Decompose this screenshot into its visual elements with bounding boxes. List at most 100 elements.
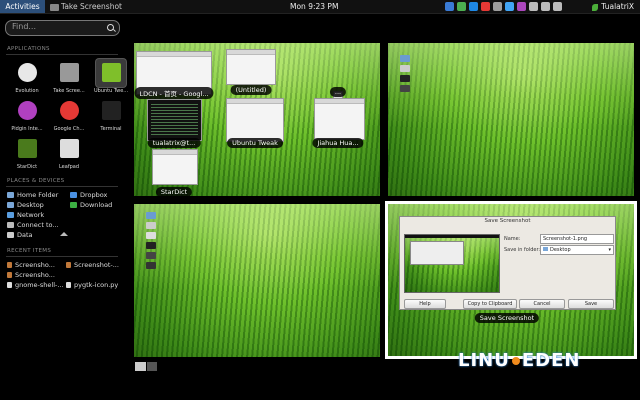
view-toggle[interactable] [135,362,157,371]
workspace-4[interactable]: Save Screenshot Name: Screenshot-1.png S… [388,204,634,356]
tray-icon[interactable] [517,2,526,11]
app-launcher[interactable]: Pidgin Inte... [10,97,44,132]
folder-icon [70,192,77,198]
folder-icon [7,202,14,208]
place-item[interactable]: Desktop [7,201,44,209]
file-icon [7,282,12,288]
folder-select[interactable]: Desktop ▾ [540,245,614,255]
app-label: Take Scree... [53,88,85,94]
recent-label: Screensho... [15,271,55,279]
place-item[interactable]: Connect to... [7,221,59,229]
window-thumbnail-stardict[interactable] [152,149,198,185]
user-menu[interactable]: TualatriX [592,0,634,13]
recent-heading: RECENT ITEMS [7,248,52,254]
chevron-down-icon: ▾ [608,247,611,253]
filename-field[interactable]: Screenshot-1.png [540,234,614,244]
workspace-2[interactable] [388,43,634,196]
place-label: Dropbox [80,191,108,199]
save-screenshot-dialog[interactable]: Save Screenshot Name: Screenshot-1.png S… [399,216,616,310]
app-label: Ubuntu Twe... [94,88,128,94]
place-label: Connect to... [17,221,59,229]
file-icon [7,272,12,278]
window-thumbnail-editor[interactable] [226,49,276,85]
pidgin-icon [18,101,37,120]
app-menu[interactable]: Take Screenshot [50,0,122,13]
app-launcher[interactable]: StarDict [10,135,44,170]
app-label: StarDict [16,164,38,170]
window-caption: Save Screenshot [474,313,540,323]
window-thumbnail-terminal[interactable] [147,99,202,141]
tray-icon[interactable] [529,2,538,11]
app-launcher[interactable]: Ubuntu Twe... [94,59,128,94]
recent-item[interactable]: Screensho... [7,271,55,279]
book-icon [18,139,37,158]
window-thumbnail-ubuntu-tweak[interactable] [226,98,284,142]
grid-view-icon[interactable] [135,362,146,371]
search-placeholder: Find... [12,22,37,31]
recent-item[interactable]: Screensho... [7,261,55,269]
search-input[interactable]: Find... [5,20,120,36]
recent-item[interactable]: gnome-shell-... [7,281,64,289]
user-name: TualatriX [601,2,634,11]
leaf-icon [592,3,599,11]
tray-icon[interactable] [505,2,514,11]
applications-heading: APPLICATIONS [7,46,50,52]
help-button[interactable]: Help [404,299,446,309]
tray-icon[interactable] [541,2,550,11]
camera-icon [60,63,79,82]
recent-label: Screenshot-... [74,261,119,269]
top-panel: Activities Take Screenshot Mon 9:23 PM T… [0,0,640,14]
place-item[interactable]: Download [70,201,112,209]
clock[interactable]: Mon 9:23 PM [290,0,338,13]
folder-icon [7,212,14,218]
folder-icon [543,247,548,251]
app-label: Evolution [15,88,39,94]
divider [6,186,118,187]
recent-item[interactable]: Screenshot-... [66,261,119,269]
place-item[interactable]: Home Folder [7,191,58,199]
place-item[interactable]: Network [7,211,44,219]
folder-icon [7,232,14,238]
tray-icon[interactable] [457,2,466,11]
place-label: Data [17,231,33,239]
window-thumbnail-chat[interactable] [314,98,365,140]
app-launcher[interactable]: Google Ch... [52,97,86,132]
place-item[interactable]: Data [7,231,33,239]
tray-icon[interactable] [553,2,562,11]
workspace-3[interactable] [134,204,380,357]
window-caption: tualatrix@t... [147,138,201,148]
app-menu-label: Take Screenshot [61,2,122,11]
activities-button[interactable]: Activities [0,0,45,13]
tray-icon[interactable] [469,2,478,11]
app-label: Google Ch... [53,126,85,132]
recent-item[interactable]: pygtk-icon.py [66,281,118,289]
chrome-icon [60,101,79,120]
app-launcher[interactable]: Terminal [94,97,128,132]
folder-label: Save in folder: [504,247,541,253]
screenshot-preview [404,234,500,293]
list-view-icon[interactable] [146,362,157,371]
tray-icon[interactable] [493,2,502,11]
recent-label: Screensho... [15,261,55,269]
tray-icon[interactable] [481,2,490,11]
app-launcher[interactable]: Leafpad [52,135,86,170]
file-icon [7,262,12,268]
app-launcher[interactable]: Take Scree... [52,59,86,94]
save-button[interactable]: Save [568,299,614,309]
workspace-1[interactable]: LDCN - 首页 - Googl... (Untitled) ... tual… [134,43,380,196]
place-item[interactable]: Dropbox [70,191,107,199]
cancel-button[interactable]: Cancel [519,299,565,309]
copy-to-clipboard-button[interactable]: Copy to Clipboard [463,299,517,309]
file-icon [66,262,71,268]
app-launcher[interactable]: Evolution [10,59,44,94]
mini-windows [146,212,158,272]
tray-icon[interactable] [445,2,454,11]
search-icon [107,24,114,31]
notepad-icon [60,139,79,158]
window-caption: Jiahua Hua... [312,138,364,148]
wallpaper [134,204,380,357]
place-label: Network [17,211,45,219]
eject-icon[interactable] [60,232,68,236]
recent-label: pygtk-icon.py [74,281,119,289]
folder-icon [7,192,14,198]
